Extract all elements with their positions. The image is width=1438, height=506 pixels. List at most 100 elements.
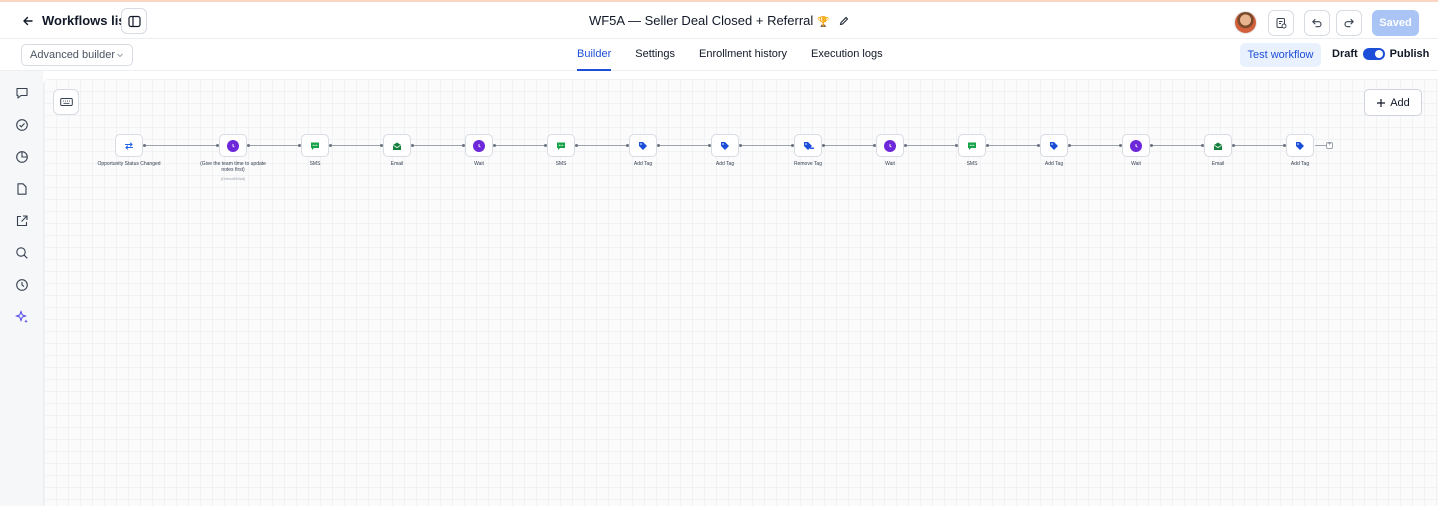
- email-icon: [1213, 141, 1223, 151]
- connector-handle[interactable]: [657, 144, 660, 147]
- edit-pencil-icon[interactable]: [839, 16, 849, 26]
- connector-line: [987, 145, 1039, 146]
- chat-icon[interactable]: [15, 86, 29, 100]
- workflow-node[interactable]: [1040, 134, 1068, 157]
- workflow-node[interactable]: [115, 134, 143, 157]
- connector-handle[interactable]: [1232, 144, 1235, 147]
- workflow-node-sublabel: (Default/Wait): [220, 176, 246, 181]
- tab-settings[interactable]: Settings: [635, 39, 675, 71]
- file-icon[interactable]: [15, 182, 29, 196]
- workflow-node-label: Wait: [885, 161, 895, 167]
- workflow-node-label: Email: [390, 161, 404, 167]
- workflow-node-label: Add Tag: [633, 161, 653, 167]
- connector-line: [330, 145, 382, 146]
- connector-line: [1069, 145, 1121, 146]
- sparkles-icon[interactable]: [15, 310, 29, 324]
- workflow-node[interactable]: [876, 134, 904, 157]
- connector-line: [1315, 145, 1326, 146]
- builder-mode-select[interactable]: Advanced builder: [21, 44, 133, 66]
- main-tabs: Builder Settings Enrollment history Exec…: [577, 39, 883, 71]
- workflow-node[interactable]: [383, 134, 411, 157]
- history-icon[interactable]: [15, 278, 29, 292]
- saved-button[interactable]: Saved: [1372, 10, 1419, 36]
- publish-label: Publish: [1389, 48, 1430, 60]
- connector-line: [494, 145, 546, 146]
- workflow-node[interactable]: [1122, 134, 1150, 157]
- workflow-node[interactable]: [219, 134, 247, 157]
- connector-handle[interactable]: [411, 144, 414, 147]
- sidebar-panel-icon: [127, 15, 141, 27]
- connector-handle[interactable]: [493, 144, 496, 147]
- tag-icon: [1295, 141, 1305, 151]
- workflow-node[interactable]: [547, 134, 575, 157]
- clock-icon: [473, 139, 485, 152]
- undo-button[interactable]: [1304, 10, 1330, 36]
- workflow-title[interactable]: WF5A — Seller Deal Closed + Referral: [589, 13, 813, 28]
- workflow-node-label: Add Tag: [1044, 161, 1064, 167]
- publish-toggle-group: Draft Publish: [1332, 48, 1429, 60]
- tab-execution-logs[interactable]: Execution logs: [811, 39, 883, 71]
- workflow-node-label: Wait: [1131, 161, 1141, 167]
- connector-handle[interactable]: [822, 144, 825, 147]
- workflow-node[interactable]: [1204, 134, 1232, 157]
- workflow-node[interactable]: [958, 134, 986, 157]
- clipboard-history-icon: [1276, 18, 1287, 29]
- tag-icon: [1049, 141, 1059, 151]
- check-circle-icon[interactable]: [15, 118, 29, 132]
- keyboard-shortcuts-button[interactable]: [53, 89, 79, 115]
- connector-handle[interactable]: [986, 144, 989, 147]
- workflow-node[interactable]: [465, 134, 493, 157]
- workflow-node[interactable]: [794, 134, 822, 157]
- tab-enrollment-history[interactable]: Enrollment history: [699, 39, 787, 71]
- user-avatar[interactable]: [1234, 11, 1257, 34]
- workflow-node-label: (Give the team time to update notes firs…: [200, 161, 266, 173]
- history-button[interactable]: [1268, 10, 1294, 36]
- connector-handle[interactable]: [904, 144, 907, 147]
- connector-line: [576, 145, 628, 146]
- publish-toggle[interactable]: [1362, 48, 1385, 60]
- back-to-workflows-link[interactable]: Workflows list: [22, 13, 130, 28]
- redo-button[interactable]: [1336, 10, 1362, 36]
- clock-icon: [884, 139, 896, 152]
- workflow-node-label: Add Tag: [715, 161, 735, 167]
- connector-line: [740, 145, 793, 146]
- tag-icon: [638, 141, 648, 151]
- undo-icon: [1312, 18, 1322, 28]
- connector-handle[interactable]: [1068, 144, 1071, 147]
- search-icon[interactable]: [15, 246, 29, 260]
- workflow-node-label: SMS: [555, 161, 567, 167]
- connector-handle[interactable]: [329, 144, 332, 147]
- workflow-node-label: SMS: [309, 161, 321, 167]
- left-sidebar: [0, 71, 43, 506]
- workflow-node-label: Opportunity Status Changed: [97, 161, 161, 167]
- test-workflow-button[interactable]: Test workflow: [1240, 43, 1321, 67]
- swap-icon: [124, 141, 134, 151]
- connector-handle[interactable]: [1150, 144, 1153, 147]
- workflow-node[interactable]: [301, 134, 329, 157]
- connector-handle[interactable]: [143, 144, 146, 147]
- toggle-panel-button[interactable]: [121, 8, 147, 34]
- pie-chart-icon[interactable]: [15, 150, 29, 164]
- email-icon: [392, 141, 402, 151]
- workflow-node[interactable]: [629, 134, 657, 157]
- workflow-node[interactable]: [1286, 134, 1314, 157]
- connector-handle[interactable]: [739, 144, 742, 147]
- clock-icon: [227, 139, 239, 152]
- plus-icon: [1377, 98, 1386, 107]
- external-link-icon[interactable]: [15, 214, 29, 228]
- connector-handle[interactable]: [575, 144, 578, 147]
- connector-line: [248, 145, 300, 146]
- add-button[interactable]: Add: [1364, 89, 1422, 116]
- connector-line: [1233, 145, 1285, 146]
- arrow-left-icon: [23, 16, 33, 25]
- connector-line: [144, 145, 218, 146]
- workflow-node[interactable]: [711, 134, 739, 157]
- workflow-node-label: Add Tag: [1290, 161, 1310, 167]
- end-add-step-button[interactable]: +: [1326, 142, 1333, 149]
- tab-builder[interactable]: Builder: [577, 39, 612, 71]
- workflow-node-label: Wait: [474, 161, 484, 167]
- connector-handle[interactable]: [247, 144, 250, 147]
- chevron-down-icon: [117, 53, 123, 58]
- connector-line: [1151, 145, 1203, 146]
- connector-line: [905, 145, 957, 146]
